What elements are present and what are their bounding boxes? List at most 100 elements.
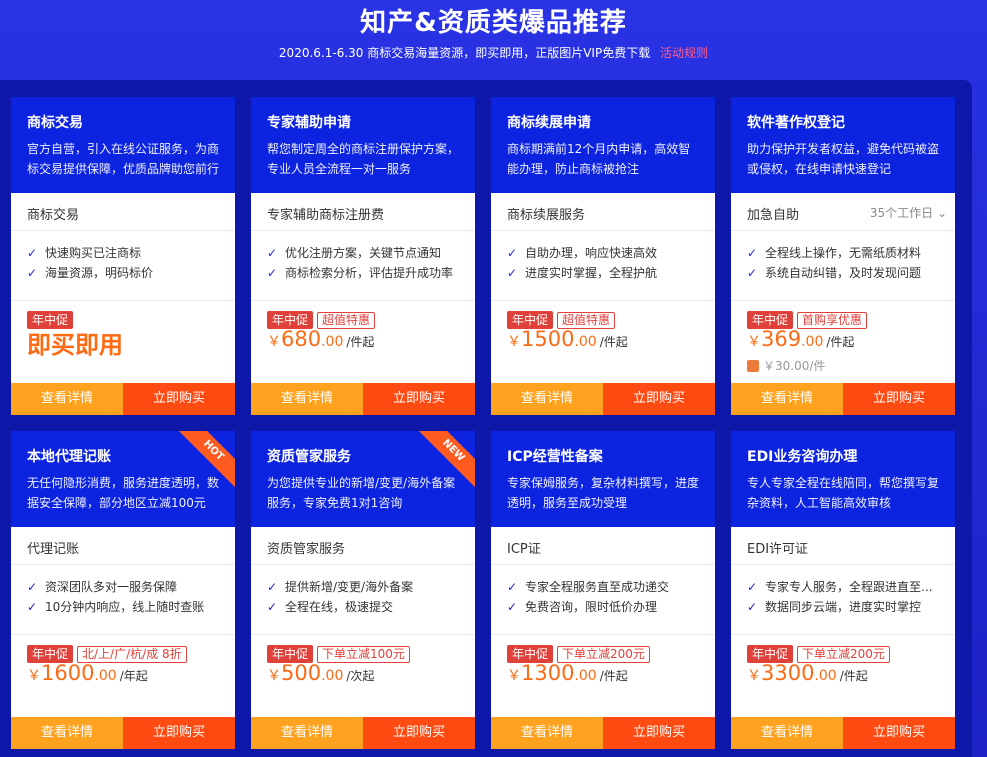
check-icon: ✓: [507, 246, 518, 260]
price: ￥500.00/次起: [267, 661, 375, 685]
feature-item: ✓ 商标检索分析，评估提升成功率: [267, 263, 459, 283]
card-description: 官方自营，引入在线公证服务，为商标交易提供保障，优质品牌助您前行: [27, 142, 220, 176]
check-icon: ✓: [267, 600, 278, 614]
check-icon: ✓: [507, 600, 518, 614]
view-details-button[interactable]: 查看详情: [11, 717, 123, 749]
price: ￥3300.00/件起: [747, 661, 868, 685]
tag-icon: [747, 360, 759, 372]
view-details-button[interactable]: 查看详情: [731, 383, 843, 415]
card-edi-consulting: EDI业务咨询办理 专人专家全程在线陪同，帮您撰写复杂资料，人工智能高效审核 E…: [731, 431, 955, 749]
card-qualification-manager: 资质管家服务 为您提供专业的新增/变更/海外备案服务，专家免费1对1咨询 NEW…: [251, 431, 475, 749]
view-details-button[interactable]: 查看详情: [731, 717, 843, 749]
activity-rules-link[interactable]: 活动规则: [660, 46, 708, 60]
card-title: 本地代理记账: [27, 449, 111, 465]
view-details-button[interactable]: 查看详情: [251, 717, 363, 749]
feature-list: ✓ 优化注册方案，关键节点通知 ✓ 商标检索分析，评估提升成功率: [251, 231, 475, 301]
promo-tags: 年中促 北/上/广/杭/成 8折: [27, 643, 227, 663]
feature-item: ✓ 资深团队多对一服务保障: [27, 577, 219, 597]
promo-tags: 年中促 超值特惠: [507, 309, 707, 329]
page-subtitle: 2020.6.1-6.30 商标交易海量资源，即买即用，正版图片VIP免费下载 …: [0, 44, 987, 61]
promo-tags: 年中促 下单立减100元: [267, 643, 467, 663]
card-actions: 查看详情 立即购买: [731, 717, 955, 749]
card-actions: 查看详情 立即购买: [11, 383, 235, 415]
price: ￥680.00/件起: [267, 327, 375, 351]
card-title: EDI业务咨询办理: [747, 449, 858, 465]
card-description: 商标期满前12个月内申请，高效智能办理，防止商标被抢注: [507, 142, 691, 176]
service-option[interactable]: 加急自助 35个工作日 ⌄: [731, 193, 955, 231]
feature-list: ✓ 专家专人服务，全程跟进直至... ✓ 数据同步云端，进度实时掌控: [731, 565, 955, 635]
card-description: 为您提供专业的新增/变更/海外备案服务，专家免费1对1咨询: [267, 476, 456, 510]
card-actions: 查看详情 立即购买: [251, 717, 475, 749]
card-icp-license: ICP经营性备案 专家保姆服务，复杂材料撰写，进度透明，服务至成功受理 ICP证…: [491, 431, 715, 749]
view-details-button[interactable]: 查看详情: [11, 383, 123, 415]
card-header: 软件著作权登记 助力保护开发者权益，避免代码被盗或侵权，在线申请快速登记: [731, 97, 955, 193]
price: ￥1500.00/件起: [507, 327, 628, 351]
service-option[interactable]: 资质管家服务: [251, 527, 475, 565]
view-details-button[interactable]: 查看详情: [491, 383, 603, 415]
buy-now-button[interactable]: 立即购买: [363, 717, 475, 749]
feature-item: ✓ 系统自动纠错，及时发现问题: [747, 263, 939, 283]
feature-list: ✓ 快速购买已注商标 ✓ 海量资源，明码标价: [11, 231, 235, 301]
card-actions: 查看详情 立即购买: [731, 383, 955, 415]
check-icon: ✓: [27, 266, 38, 280]
card-header: 商标续展申请 商标期满前12个月内申请，高效智能办理，防止商标被抢注: [491, 97, 715, 193]
feature-item: ✓ 优化注册方案，关键节点通知: [267, 243, 459, 263]
check-icon: ✓: [267, 266, 278, 280]
view-details-button[interactable]: 查看详情: [491, 717, 603, 749]
check-icon: ✓: [747, 266, 758, 280]
card-description: 专家保姆服务，复杂材料撰写，进度透明，服务至成功受理: [507, 476, 700, 510]
feature-item: ✓ 提供新增/变更/海外备案: [267, 577, 459, 597]
feature-item: ✓ 进度实时掌握，全程护航: [507, 263, 699, 283]
service-option[interactable]: 代理记账: [11, 527, 235, 565]
check-icon: ✓: [507, 266, 518, 280]
chevron-down-icon: ⌄: [933, 206, 947, 220]
check-icon: ✓: [267, 580, 278, 594]
view-details-button[interactable]: 查看详情: [251, 383, 363, 415]
check-icon: ✓: [267, 246, 278, 260]
original-price: ￥30.00/件: [747, 357, 825, 374]
card-description: 无任何隐形消费，服务进度透明，数据安全保障，部分地区立减100元: [27, 476, 220, 510]
promo-subtitle-text: 2020.6.1-6.30 商标交易海量资源，即买即用，正版图片VIP免费下载: [278, 46, 651, 60]
feature-list: ✓ 提供新增/变更/海外备案 ✓ 全程在线，极速提交: [251, 565, 475, 635]
feature-item: ✓ 专家专人服务，全程跟进直至...: [747, 577, 939, 597]
service-option[interactable]: 商标交易: [11, 193, 235, 231]
buy-now-button[interactable]: 立即购买: [603, 717, 715, 749]
card-title: 专家辅助申请: [267, 115, 351, 131]
feature-item: ✓ 全程在线，极速提交: [267, 597, 459, 617]
card-description: 帮您制定周全的商标注册保护方案，专业人员全流程一对一服务: [267, 142, 460, 176]
buy-now-button[interactable]: 立即购买: [123, 717, 235, 749]
buy-now-button[interactable]: 立即购买: [603, 383, 715, 415]
card-software-copyright: 软件著作权登记 助力保护开发者权益，避免代码被盗或侵权，在线申请快速登记 加急自…: [731, 97, 955, 415]
service-option[interactable]: 专家辅助商标注册费: [251, 193, 475, 231]
check-icon: ✓: [747, 246, 758, 260]
price: ￥1300.00/件起: [507, 661, 628, 685]
buy-now-button[interactable]: 立即购买: [123, 383, 235, 415]
feature-item: ✓ 免费咨询，限时低价办理: [507, 597, 699, 617]
check-icon: ✓: [747, 580, 758, 594]
card-header: 专家辅助申请 帮您制定周全的商标注册保护方案，专业人员全流程一对一服务: [251, 97, 475, 193]
card-description: 助力保护开发者权益，避免代码被盗或侵权，在线申请快速登记: [747, 142, 940, 176]
buy-now-button[interactable]: 立即购买: [843, 383, 955, 415]
check-icon: ✓: [27, 600, 38, 614]
service-option[interactable]: ICP证: [491, 527, 715, 565]
feature-list: ✓ 专家全程服务直至成功递交 ✓ 免费咨询，限时低价办理: [491, 565, 715, 635]
service-option[interactable]: EDI许可证: [731, 527, 955, 565]
check-icon: ✓: [507, 580, 518, 594]
price: ￥369.00/件起: [747, 327, 855, 351]
card-trademark-renewal: 商标续展申请 商标期满前12个月内申请，高效智能办理，防止商标被抢注 商标续展服…: [491, 97, 715, 415]
feature-list: ✓ 资深团队多对一服务保障 ✓ 10分钟内响应，线上随时查账: [11, 565, 235, 635]
check-icon: ✓: [27, 580, 38, 594]
cta-text: 即买即用: [27, 331, 123, 359]
duration-select[interactable]: 35个工作日 ⌄: [870, 204, 947, 221]
buy-now-button[interactable]: 立即购买: [843, 717, 955, 749]
feature-item: ✓ 专家全程服务直至成功递交: [507, 577, 699, 597]
card-header: EDI业务咨询办理 专人专家全程在线陪同，帮您撰写复杂资料，人工智能高效审核: [731, 431, 955, 527]
feature-list: ✓ 自助办理，响应快速高效 ✓ 进度实时掌握，全程护航: [491, 231, 715, 301]
card-actions: 查看详情 立即购买: [491, 717, 715, 749]
price: ￥1600.00/年起: [27, 661, 148, 685]
feature-list: ✓ 全程线上操作，无需纸质材料 ✓ 系统自动纠错，及时发现问题: [731, 231, 955, 301]
service-option[interactable]: 商标续展服务: [491, 193, 715, 231]
card-title: ICP经营性备案: [507, 449, 603, 465]
buy-now-button[interactable]: 立即购买: [363, 383, 475, 415]
card-actions: 查看详情 立即购买: [491, 383, 715, 415]
